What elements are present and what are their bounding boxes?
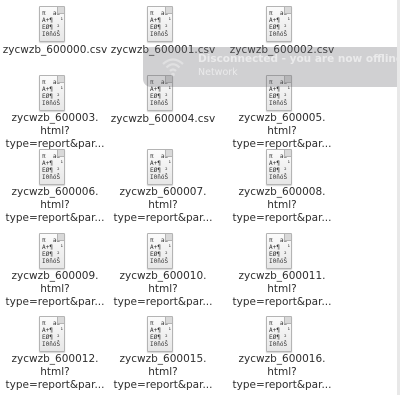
file-item[interactable]: π aé A+¶ ¹ EØ¶ ² I0ñóŠ zycwzb_600010. htm… [108, 230, 218, 312]
file-item[interactable]: π aé A+¶ ¹ EØ¶ ² I0ñóŠ zycwzb_600003. htm… [0, 72, 110, 154]
file-item[interactable]: π aé A+¶ ¹ EØ¶ ² I0ñóŠ zycwzb_600015. htm… [108, 313, 218, 395]
file-name: zycwzb_600011. html? type=report&par... [232, 270, 332, 308]
file-name: zycwzb_600009. html? type=report&par... [5, 270, 105, 308]
file-preview-glyphs: π aé A+¶ ¹ EØ¶ ² I0ñóŠ [42, 153, 64, 181]
file-preview-glyphs: π aé A+¶ ¹ EØ¶ ² I0ñóŠ [150, 10, 172, 38]
file-name: zycwzb_600016. html? type=report&par... [232, 353, 332, 391]
notification-body: Network [198, 67, 238, 78]
text-file-icon: π aé A+¶ ¹ EØ¶ ² I0ñóŠ [266, 149, 292, 185]
file-preview-glyphs: π aé A+¶ ¹ EØ¶ ² I0ñóŠ [42, 320, 64, 348]
file-name: zycwzb_600015. html? type=report&par... [113, 353, 213, 391]
file-preview-glyphs: π aé A+¶ ¹ EØ¶ ² I0ñóŠ [269, 237, 291, 265]
notification-title: Disconnected - you are now offline [198, 53, 400, 65]
text-file-icon: π aé A+¶ ¹ EØ¶ ² I0ñóŠ [266, 233, 292, 269]
text-file-icon: π aé A+¶ ¹ EØ¶ ² I0ñóŠ [39, 316, 65, 352]
text-file-icon: π aé A+¶ ¹ EØ¶ ² I0ñóŠ [39, 6, 65, 42]
file-item[interactable]: π aé A+¶ ¹ EØ¶ ² I0ñóŠ zycwzb_600012. htm… [0, 313, 110, 395]
text-file-icon: π aé A+¶ ¹ EØ¶ ² I0ñóŠ [147, 6, 173, 42]
file-item[interactable]: π aé A+¶ ¹ EØ¶ ² I0ñóŠ zycwzb_600016. htm… [227, 313, 337, 395]
file-name: zycwzb_600004.csv [110, 113, 216, 125]
file-item[interactable]: π aé A+¶ ¹ EØ¶ ² I0ñóŠ zycwzb_600007. htm… [108, 146, 218, 228]
file-item[interactable]: π aé A+¶ ¹ EØ¶ ² I0ñóŠ zycwzb_600006. htm… [0, 146, 110, 228]
file-item[interactable]: π aé A+¶ ¹ EØ¶ ² I0ñóŠ zycwzb_600009. htm… [0, 230, 110, 312]
file-name: zycwzb_600008. html? type=report&par... [232, 186, 332, 224]
file-preview-glyphs: π aé A+¶ ¹ EØ¶ ² I0ñóŠ [150, 153, 172, 181]
file-preview-glyphs: π aé A+¶ ¹ EØ¶ ² I0ñóŠ [269, 153, 291, 181]
file-name: zycwzb_600010. html? type=report&par... [113, 270, 213, 308]
text-file-icon: π aé A+¶ ¹ EØ¶ ² I0ñóŠ [266, 316, 292, 352]
text-file-icon: π aé A+¶ ¹ EØ¶ ² I0ñóŠ [39, 233, 65, 269]
text-file-icon: π aé A+¶ ¹ EØ¶ ² I0ñóŠ [39, 75, 65, 111]
text-file-icon: π aé A+¶ ¹ EØ¶ ² I0ñóŠ [147, 149, 173, 185]
wifi-icon [162, 58, 184, 77]
file-name: zycwzb_600000.csv [2, 44, 108, 56]
text-file-icon: π aé A+¶ ¹ EØ¶ ² I0ñóŠ [147, 316, 173, 352]
file-preview-glyphs: π aé A+¶ ¹ EØ¶ ² I0ñóŠ [269, 320, 291, 348]
file-preview-glyphs: π aé A+¶ ¹ EØ¶ ² I0ñóŠ [42, 237, 64, 265]
file-preview-glyphs: π aé A+¶ ¹ EØ¶ ² I0ñóŠ [269, 10, 291, 38]
file-preview-glyphs: π aé A+¶ ¹ EØ¶ ² I0ñóŠ [150, 320, 172, 348]
file-preview-glyphs: π aé A+¶ ¹ EØ¶ ² I0ñóŠ [42, 10, 64, 38]
text-file-icon: π aé A+¶ ¹ EØ¶ ² I0ñóŠ [39, 149, 65, 185]
network-notification: Disconnected - you are now offline Netwo… [143, 47, 400, 87]
file-item[interactable]: π aé A+¶ ¹ EØ¶ ² I0ñóŠ zycwzb_600011. htm… [227, 230, 337, 312]
file-preview-glyphs: π aé A+¶ ¹ EØ¶ ² I0ñóŠ [42, 79, 64, 107]
file-name: zycwzb_600007. html? type=report&par... [113, 186, 213, 224]
file-preview-glyphs: π aé A+¶ ¹ EØ¶ ² I0ñóŠ [150, 237, 172, 265]
text-file-icon: π aé A+¶ ¹ EØ¶ ² I0ñóŠ [147, 233, 173, 269]
file-item[interactable]: π aé A+¶ ¹ EØ¶ ² I0ñóŠ zycwzb_600008. htm… [227, 146, 337, 228]
file-name: zycwzb_600006. html? type=report&par... [5, 186, 105, 224]
text-file-icon: π aé A+¶ ¹ EØ¶ ² I0ñóŠ [266, 6, 292, 42]
file-name: zycwzb_600012. html? type=report&par... [5, 353, 105, 391]
